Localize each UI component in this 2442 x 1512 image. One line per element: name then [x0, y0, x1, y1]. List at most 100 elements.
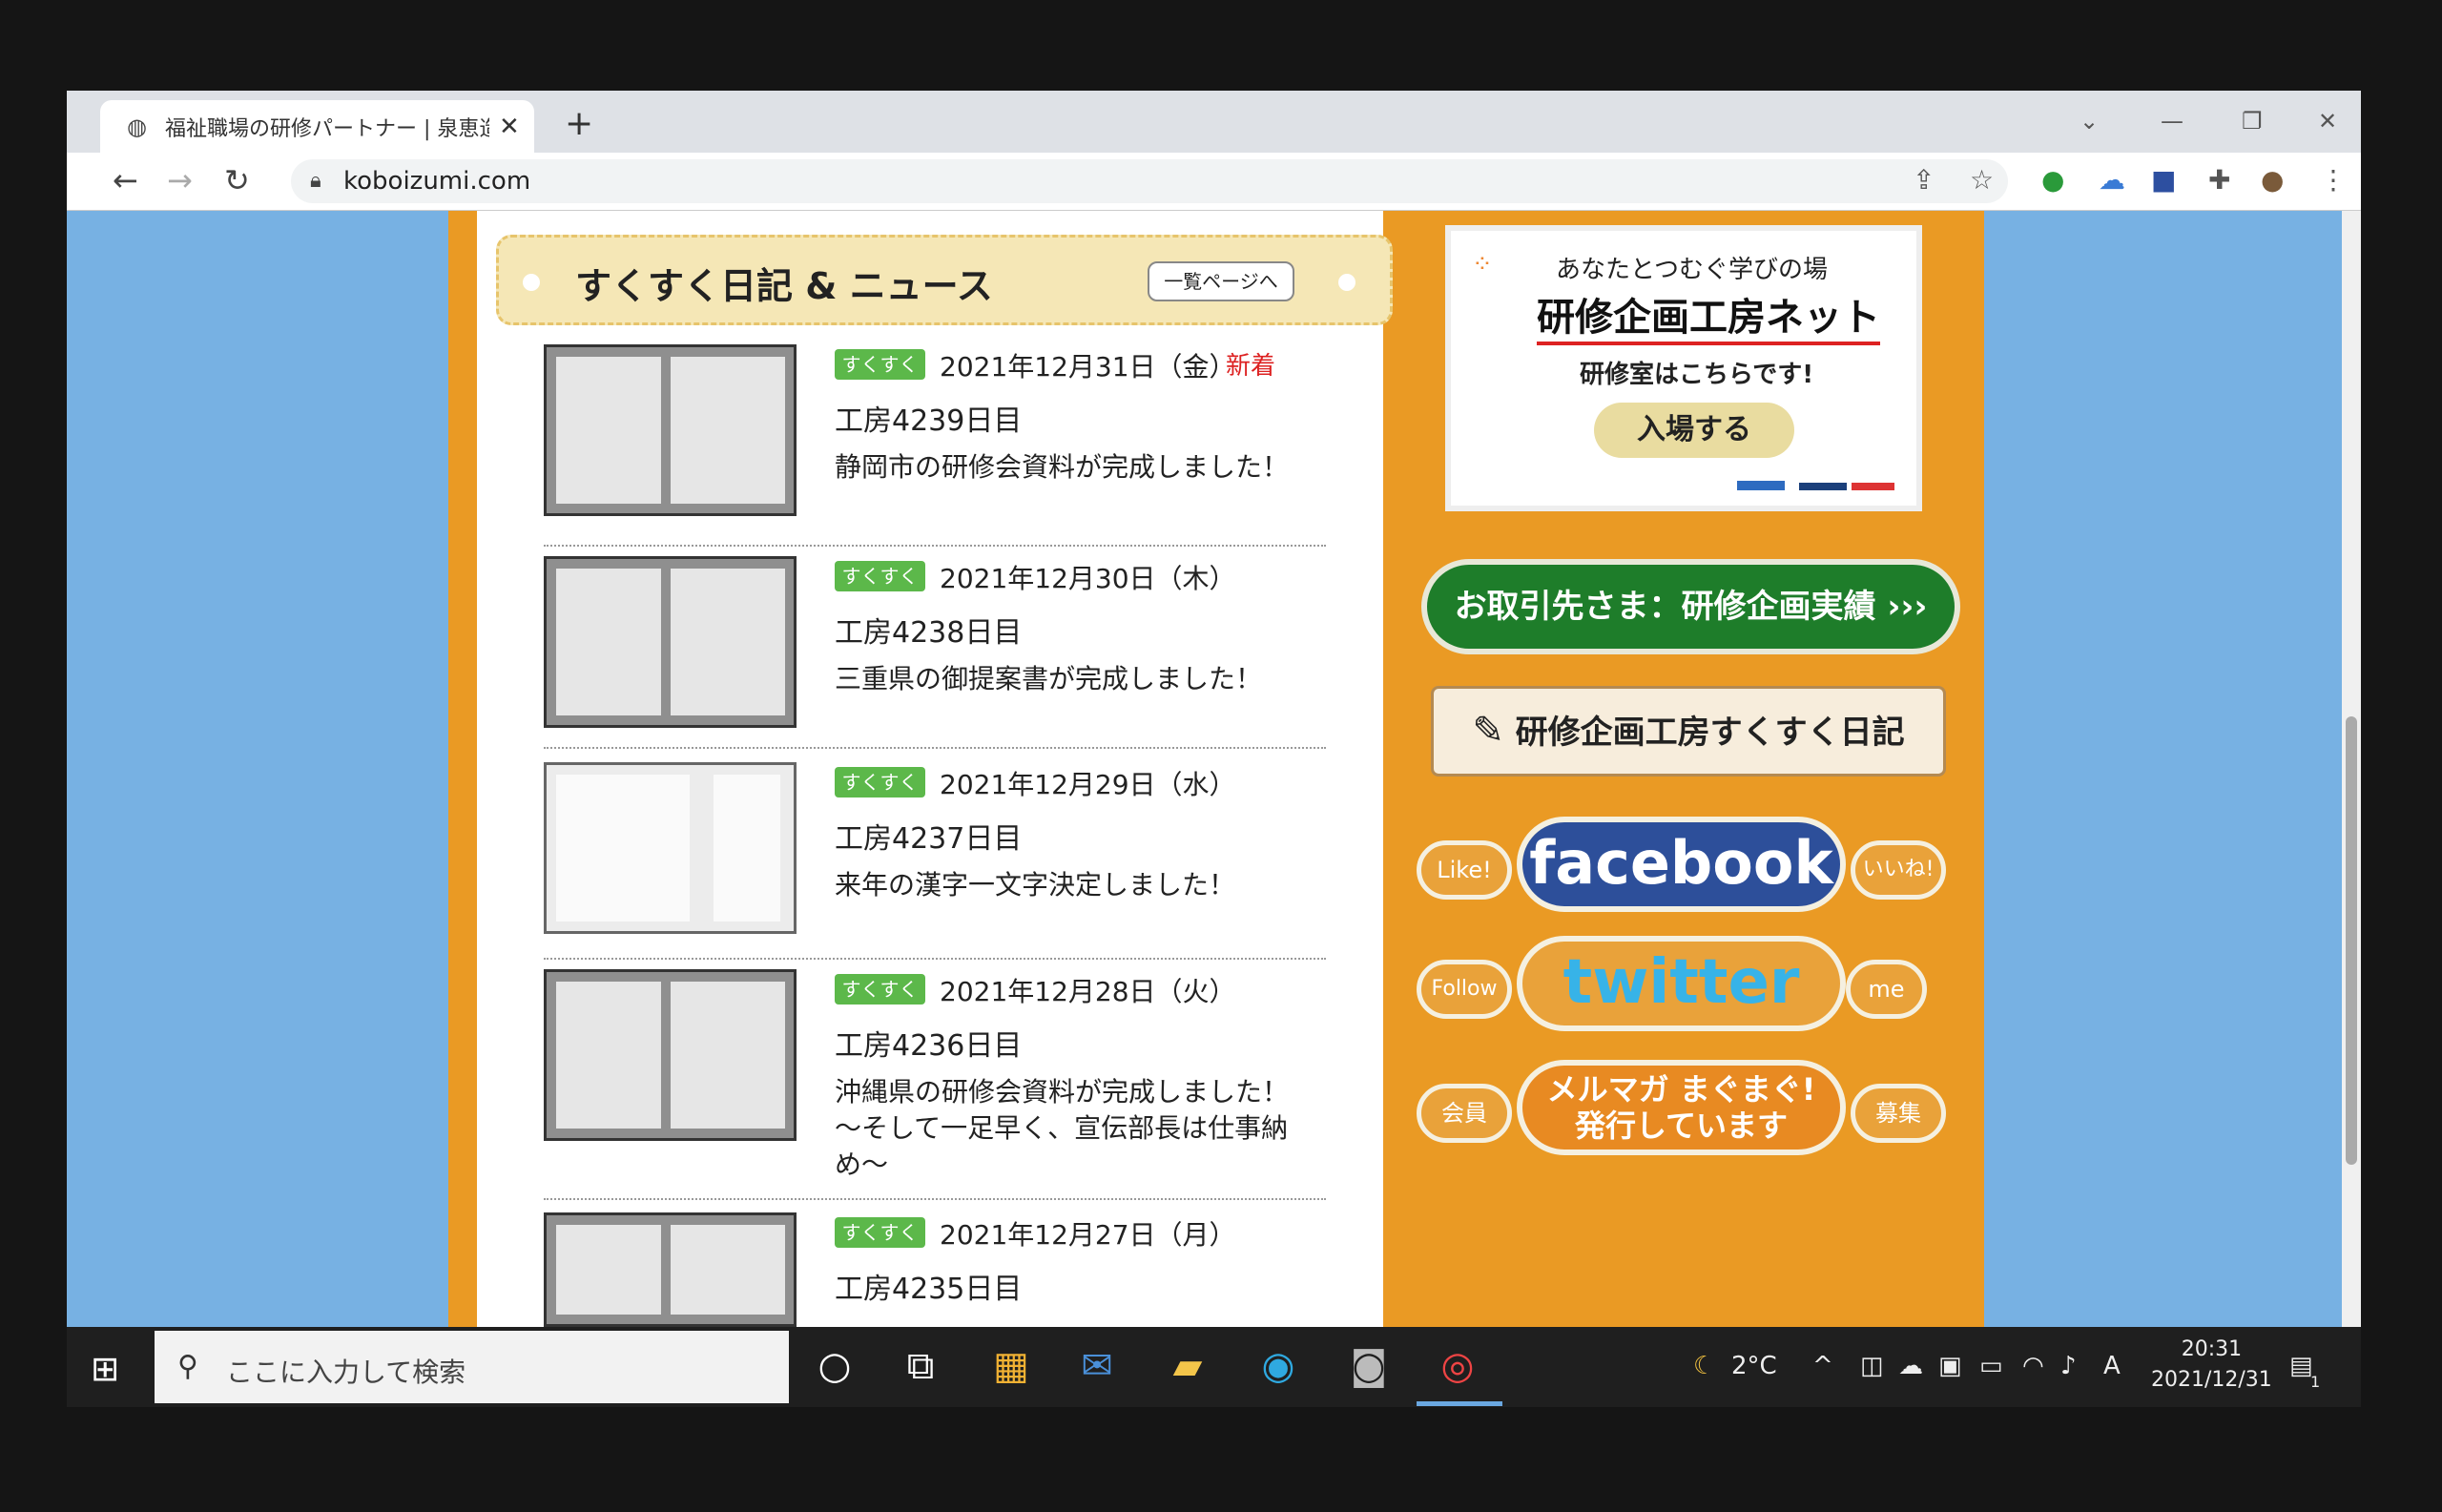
category-tag[interactable]: すくすく	[835, 974, 925, 1005]
battery-icon[interactable]: ▭	[1979, 1352, 2003, 1380]
promo-note: 研修室はこちらです!	[1580, 361, 1814, 389]
bookmark-star-icon[interactable]: ☆	[1970, 164, 1994, 196]
tab-bar: ◍ 福祉職場の研修パートナー | 泉恵造 ✕ + ⌄ — ❐ ✕	[67, 91, 2361, 153]
facebook-button[interactable]: facebook	[1517, 817, 1846, 912]
web-page: すくすく日記 & ニュース 一覧ページへ すくすく 2021年12月31日（金）…	[67, 211, 2361, 1327]
ime-indicator[interactable]: A	[2103, 1352, 2121, 1380]
news-description[interactable]: 来年の漢字一文字決定しました！	[835, 867, 1293, 903]
mailmag-button[interactable]: メルマガ まぐまぐ! 発行しています	[1517, 1060, 1846, 1155]
news-day[interactable]: 工房4236日目	[835, 1022, 1022, 1064]
tray-chevron-icon[interactable]: ^	[1812, 1352, 1833, 1380]
news-thumbnail[interactable]	[544, 762, 797, 934]
enter-button[interactable]: 入場する	[1594, 403, 1794, 458]
globe-icon: ◍	[127, 113, 147, 140]
mail-icon[interactable]: ✉	[1073, 1342, 1121, 1390]
news-description[interactable]: 静岡市の研修会資料が完成しました！	[835, 449, 1293, 486]
scrollbar-thumb[interactable]	[2346, 716, 2357, 1165]
category-tag[interactable]: すくすく	[835, 1217, 925, 1248]
facebook-iine-label: いいね!	[1851, 840, 1946, 900]
news-day[interactable]: 工房4239日目	[835, 397, 1022, 439]
mailmag-line-2: 発行しています	[1574, 1108, 1789, 1144]
decor-dot	[1338, 274, 1356, 291]
chrome-icon[interactable]: ◎	[1434, 1342, 1481, 1390]
pencil-icon: ✎	[1472, 709, 1504, 753]
news-day[interactable]: 工房4238日目	[835, 609, 1022, 651]
puzzle-icon[interactable]: ✚	[2208, 164, 2230, 196]
news-thumbnail[interactable]	[544, 344, 797, 516]
decor-bar	[1799, 483, 1847, 490]
news-item[interactable]: すくすく 2021年12月28日（火） 工房4236日目 沖縄県の研修会資料が完…	[544, 969, 1326, 1200]
news-thumbnail[interactable]	[544, 556, 797, 728]
news-description[interactable]: 三重県の御提案書が完成しました！	[835, 661, 1293, 697]
taskbar-clock[interactable]: 20:31 2021/12/31	[2151, 1335, 2272, 1396]
url-text: koboizumi.com	[343, 167, 531, 196]
tray-app-icon[interactable]: ▣	[1938, 1352, 1962, 1380]
facebook-like-label: Like!	[1417, 840, 1512, 900]
maximize-icon[interactable]: ❐	[2242, 108, 2263, 135]
notification-icon[interactable]: ▤	[2289, 1352, 2313, 1380]
news-header: すくすく日記 & ニュース 一覧ページへ	[496, 235, 1393, 325]
news-item[interactable]: すくすく 2021年12月31日（金） 新着 工房4239日目 静岡市の研修会資…	[544, 344, 1326, 547]
category-tag[interactable]: すくすく	[835, 767, 925, 797]
meet-icon[interactable]: ◫	[1860, 1352, 1884, 1380]
twitter-follow-label: Follow	[1417, 960, 1512, 1019]
news-day[interactable]: 工房4235日目	[835, 1265, 1022, 1307]
clock-date: 2021/12/31	[2151, 1368, 2272, 1392]
avatar[interactable]: ●	[2261, 164, 2284, 196]
screen: ◍ 福祉職場の研修パートナー | 泉恵造 ✕ + ⌄ — ❐ ✕ ← → ↻ 🔒…	[67, 91, 2361, 1407]
task-view-icon[interactable]: ⧉	[897, 1342, 944, 1390]
share-icon[interactable]: ⇪	[1913, 164, 1935, 196]
file-explorer-icon[interactable]: ▰	[1164, 1342, 1211, 1390]
page-scrollbar[interactable]	[2342, 211, 2361, 1327]
menu-kebab-icon[interactable]: ⋮	[2320, 164, 2347, 196]
news-thumbnail[interactable]	[544, 1212, 797, 1327]
tab-title: 福祉職場の研修パートナー | 泉恵造	[165, 116, 489, 141]
edge-icon[interactable]: ◉	[1254, 1342, 1302, 1390]
category-tag[interactable]: すくすく	[835, 349, 925, 380]
client-achievements-button[interactable]: お取引先さま：研修企画実績 ›››	[1421, 559, 1960, 654]
forward-icon[interactable]: →	[167, 162, 193, 198]
onedrive-icon[interactable]: ☁	[1898, 1352, 1923, 1380]
store-icon[interactable]: ▦	[987, 1342, 1035, 1390]
clock-time: 20:31	[2181, 1337, 2243, 1361]
news-day[interactable]: 工房4237日目	[835, 815, 1022, 857]
news-item[interactable]: すくすく 2021年12月30日（木） 工房4238日目 三重県の御提案書が完成…	[544, 556, 1326, 749]
window-close-icon[interactable]: ✕	[2318, 108, 2337, 135]
news-item[interactable]: すくすく 2021年12月27日（月） 工房4235日目	[544, 1212, 1326, 1327]
news-description[interactable]: 沖縄県の研修会資料が完成しました！～そして一足早く、宣伝部長は仕事納め～	[835, 1074, 1293, 1183]
browser-tab[interactable]: ◍ 福祉職場の研修パートナー | 泉恵造 ✕	[100, 100, 534, 153]
extension-green-icon[interactable]: ●	[2041, 164, 2064, 196]
taskbar-search[interactable]: ⚲ ここに入力して検索	[155, 1331, 789, 1403]
search-placeholder: ここに入力して検索	[226, 1357, 466, 1388]
volume-icon[interactable]: ♪	[2060, 1352, 2077, 1380]
close-tab-icon[interactable]: ✕	[499, 113, 520, 141]
category-tag[interactable]: すくすく	[835, 561, 925, 591]
twitter-button[interactable]: twitter	[1517, 936, 1846, 1031]
promo-banner[interactable]: ⁘ あなたとつむぐ学びの場 研修企画工房ネット 研修室はこちらです! 入場する	[1445, 225, 1922, 511]
news-item[interactable]: すくすく 2021年12月29日（水） 工房4237日目 来年の漢字一文字決定し…	[544, 762, 1326, 960]
minimize-icon[interactable]: —	[2161, 108, 2183, 135]
weather-moon-icon[interactable]: ☾	[1693, 1352, 1715, 1380]
search-icon: ⚲	[177, 1350, 198, 1383]
new-tab-button[interactable]: +	[565, 104, 593, 143]
back-icon[interactable]: ←	[113, 162, 138, 198]
tab-search-icon[interactable]: ⌄	[2080, 108, 2099, 135]
address-bar[interactable]: 🔒︎ koboizumi.com	[291, 159, 2008, 203]
diary-button[interactable]: ✎ 研修企画工房すくすく日記	[1431, 686, 1946, 777]
camera-icon[interactable]: ◙	[1345, 1342, 1393, 1390]
news-thumbnail[interactable]	[544, 969, 797, 1141]
news-date: 2021年12月31日（金）	[940, 351, 1236, 383]
cortana-icon[interactable]: ○	[811, 1342, 859, 1390]
lock-icon: 🔒︎	[310, 169, 321, 193]
decor-bar	[1737, 481, 1785, 490]
list-page-button[interactable]: 一覧ページへ	[1148, 261, 1294, 301]
cloud-icon[interactable]: ☁	[2099, 164, 2125, 196]
decor-dot	[523, 274, 540, 291]
reload-icon[interactable]: ↻	[224, 162, 250, 198]
weather-temp[interactable]: 2°C	[1731, 1352, 1777, 1380]
mailmag-recruit-label: 募集	[1851, 1084, 1946, 1143]
windows-start-icon[interactable]: ⊞	[91, 1350, 119, 1389]
wifi-icon[interactable]: ◠	[2022, 1352, 2044, 1380]
new-badge: 新着	[1226, 352, 1276, 381]
extension-blue-icon[interactable]: ■	[2151, 164, 2176, 196]
